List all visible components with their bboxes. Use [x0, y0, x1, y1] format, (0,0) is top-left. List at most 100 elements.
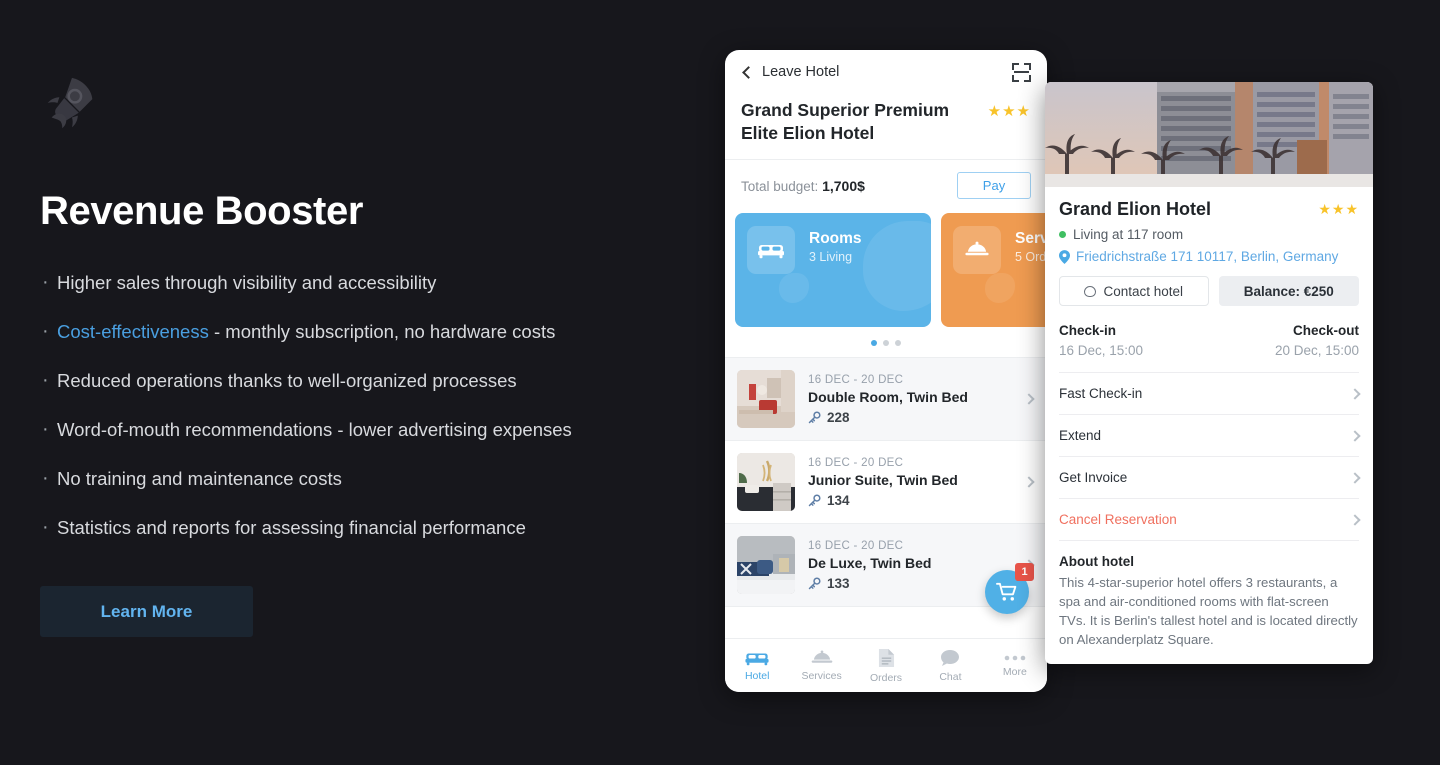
bullet-text: - monthly subscription, no hardware cost…: [208, 321, 556, 342]
pay-button[interactable]: Pay: [957, 172, 1031, 199]
bed-icon: [747, 226, 795, 274]
tab-label: Services: [801, 669, 842, 682]
row-label: Fast Check-in: [1059, 386, 1143, 401]
room-key-row: 134: [808, 493, 1012, 508]
tab-chat[interactable]: Chat: [918, 639, 982, 692]
carousel-dot[interactable]: [883, 340, 889, 346]
row-fast-checkin[interactable]: Fast Check-in: [1059, 373, 1361, 415]
about-hotel-section: About hotel This 4-star-superior hotel o…: [1059, 541, 1359, 663]
row-extend[interactable]: Extend: [1059, 415, 1361, 457]
bullet-text: Higher sales through visibility and acce…: [57, 272, 437, 293]
tab-label: Hotel: [744, 669, 770, 682]
hotel-address[interactable]: Friedrichstraße 171 10117, Berlin, Germa…: [1059, 249, 1359, 264]
room-thumbnail: [737, 536, 795, 594]
detail-action-buttons: Contact hotel Balance: €250: [1059, 276, 1359, 306]
carousel-dot[interactable]: [895, 340, 901, 346]
tab-hotel[interactable]: Hotel: [725, 639, 789, 692]
detail-hotel-title: Grand Elion Hotel: [1059, 199, 1212, 219]
learn-more-button[interactable]: Learn More: [40, 586, 253, 637]
bullet-text: Word-of-mouth recommendations - lower ad…: [57, 419, 572, 440]
key-icon: [808, 410, 821, 423]
balance-button[interactable]: Balance: €250: [1218, 276, 1359, 306]
room-info: 16 DEC - 20 DEC De Luxe, Twin Bed 133: [808, 540, 1012, 591]
tab-label: More: [1002, 665, 1027, 678]
list-item: Cost-effectiveness - monthly subscriptio…: [40, 316, 610, 347]
hotel-detail-panel: Grand Elion Hotel ★★★ Living at 117 room…: [1045, 82, 1373, 664]
page-root: Revenue Booster Higher sales through vis…: [0, 0, 1440, 765]
room-info: 16 DEC - 20 DEC Double Room, Twin Bed 22…: [808, 374, 1012, 425]
about-hotel-text: This 4-star-superior hotel offers 3 rest…: [1059, 575, 1358, 647]
cart-fab-button[interactable]: 1: [985, 563, 1034, 614]
tab-orders[interactable]: Orders: [854, 639, 918, 692]
page-title: Revenue Booster: [40, 189, 363, 233]
table-row[interactable]: 16 DEC - 20 DEC Double Room, Twin Bed 22…: [725, 358, 1047, 441]
checkin-label: Check-in: [1059, 323, 1117, 338]
phone-mockup: Leave Hotel Grand Superior Premium Elite…: [725, 50, 1047, 692]
about-hotel-title: About hotel: [1059, 554, 1134, 569]
tab-more[interactable]: More: [983, 639, 1047, 692]
row-label: Extend: [1059, 428, 1102, 443]
scan-qr-icon[interactable]: [1012, 62, 1031, 82]
room-info: 16 DEC - 20 DEC Junior Suite, Twin Bed 1…: [808, 457, 1012, 508]
row-cancel-reservation[interactable]: Cancel Reservation: [1059, 499, 1361, 541]
tab-services[interactable]: Services: [789, 639, 853, 692]
bullet-text: Reduced operations thanks to well-organi…: [57, 370, 517, 391]
room-service-icon: [953, 226, 1001, 274]
room-dates: 16 DEC - 20 DEC: [808, 373, 904, 386]
back-label: Leave Hotel: [762, 64, 840, 80]
row-label: Cancel Reservation: [1059, 512, 1177, 527]
room-key-number: 133: [827, 575, 850, 591]
detail-title-row: Grand Elion Hotel ★★★: [1059, 199, 1359, 220]
carousel-pagination[interactable]: [725, 327, 1047, 357]
checkout-block: Check-out 20 Dec, 15:00: [1275, 323, 1359, 358]
chevron-right-icon: [1023, 476, 1035, 488]
map-pin-icon: [1059, 249, 1070, 264]
chat-bubble-icon: [941, 649, 960, 666]
category-card-services[interactable]: Services 5 Ordered: [941, 213, 1047, 327]
room-key-number: 228: [827, 409, 850, 425]
list-item: No training and maintenance costs: [40, 463, 610, 494]
category-card-subtitle: 3 Living: [809, 250, 853, 264]
budget-row: Total budget: 1,700$ Pay: [725, 160, 1047, 213]
living-status: Living at 117 room: [1059, 227, 1359, 242]
ellipsis-icon: [1004, 655, 1026, 660]
back-button[interactable]: Leave Hotel: [741, 64, 839, 80]
chevron-right-icon: [1349, 513, 1361, 526]
category-card-subtitle: 5 Ordered: [1015, 250, 1047, 264]
list-item: Word-of-mouth recommendations - lower ad…: [40, 414, 610, 445]
chevron-right-icon: [1349, 387, 1361, 400]
room-thumbnail: [737, 453, 795, 511]
checkout-label: Check-out: [1292, 323, 1359, 338]
table-row[interactable]: 16 DEC - 20 DEC Junior Suite, Twin Bed 1…: [725, 441, 1047, 524]
tab-label: Orders: [869, 671, 903, 684]
room-key-row: 133: [808, 576, 1012, 591]
bullet-text: No training and maintenance costs: [57, 468, 342, 489]
room-key-row: 228: [808, 410, 1012, 425]
status-dot-icon: [1059, 231, 1066, 238]
hotel-detail-body: Grand Elion Hotel ★★★ Living at 117 room…: [1045, 187, 1373, 663]
budget-label: Total budget:: [741, 178, 819, 194]
category-card-title: Services: [1015, 230, 1047, 247]
contact-hotel-button[interactable]: Contact hotel: [1059, 276, 1209, 306]
row-get-invoice[interactable]: Get Invoice: [1059, 457, 1361, 499]
key-icon: [808, 493, 821, 506]
category-carousel[interactable]: Rooms 3 Living Servi: [725, 213, 1047, 327]
bottom-tab-bar: Hotel Services Orders Chat More: [725, 638, 1047, 692]
category-card-rooms[interactable]: Rooms 3 Living: [735, 213, 931, 327]
cart-badge: 1: [1015, 563, 1034, 581]
room-dates: 16 DEC - 20 DEC: [808, 539, 904, 552]
living-status-label: Living at 117 room: [1073, 227, 1184, 242]
room-name: De Luxe, Twin Bed: [808, 554, 932, 571]
detail-star-rating: ★★★: [1318, 201, 1359, 217]
budget-value: 1,700$: [822, 177, 865, 194]
room-key-number: 134: [827, 492, 850, 508]
chevron-right-icon: [1023, 393, 1035, 405]
room-name: Double Room, Twin Bed: [808, 388, 968, 405]
cart-icon: [996, 582, 1017, 601]
room-dates: 16 DEC - 20 DEC: [808, 456, 904, 469]
carousel-dot[interactable]: [871, 340, 877, 346]
list-item: Statistics and reports for assessing fin…: [40, 512, 610, 543]
checkin-value: 16 Dec, 15:00: [1059, 343, 1144, 358]
list-item: Higher sales through visibility and acce…: [40, 267, 610, 298]
benefits-list: Higher sales through visibility and acce…: [40, 267, 680, 543]
